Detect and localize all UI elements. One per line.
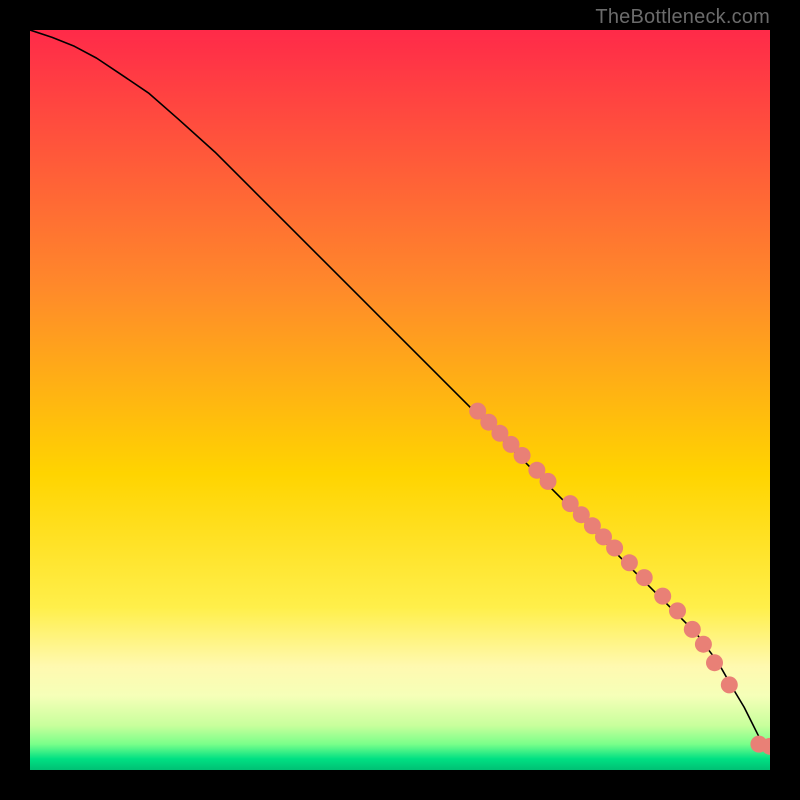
marker-dot [654, 588, 671, 605]
marker-dot [540, 473, 557, 490]
marker-dot [669, 602, 686, 619]
marker-dot [636, 569, 653, 586]
marker-dot [721, 676, 738, 693]
marker-dot [695, 636, 712, 653]
gradient-bg [30, 30, 770, 770]
marker-dot [684, 621, 701, 638]
marker-dot [621, 554, 638, 571]
plot-area [30, 30, 770, 770]
marker-dot [706, 654, 723, 671]
chart-svg [30, 30, 770, 770]
chart-container: TheBottleneck.com [0, 0, 800, 800]
marker-dot [606, 540, 623, 557]
attribution-text: TheBottleneck.com [595, 6, 770, 29]
marker-dot [514, 447, 531, 464]
